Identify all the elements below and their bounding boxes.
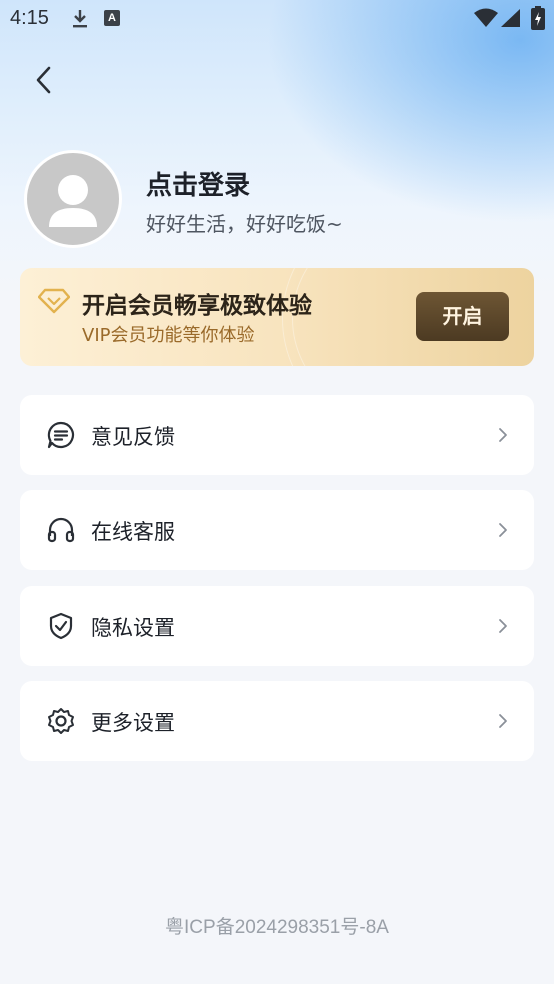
feedback-icon xyxy=(47,421,75,449)
menu-item-customer-service[interactable]: 在线客服 xyxy=(20,490,534,570)
status-time: 4:15 xyxy=(10,7,49,29)
shield-check-icon xyxy=(47,612,75,640)
chevron-left-icon xyxy=(36,66,51,94)
menu-label: 意见反馈 xyxy=(91,425,175,449)
vip-open-button[interactable]: 开启 xyxy=(416,292,509,341)
gear-icon xyxy=(47,707,75,735)
headset-icon xyxy=(47,516,75,544)
avatar[interactable] xyxy=(24,150,122,248)
download-icon xyxy=(70,8,90,34)
menu-item-more-settings[interactable]: 更多设置 xyxy=(20,681,534,761)
chevron-right-icon xyxy=(498,713,508,733)
back-button[interactable] xyxy=(28,60,68,100)
menu-label: 更多设置 xyxy=(91,711,175,735)
menu-item-feedback[interactable]: 意见反馈 xyxy=(20,395,534,475)
a-icon: A xyxy=(104,10,120,26)
menu-item-privacy-settings[interactable]: 隐私设置 xyxy=(20,586,534,666)
chevron-right-icon xyxy=(498,522,508,542)
login-title[interactable]: 点击登录 xyxy=(146,165,250,202)
vip-title: 开启会员畅享极致体验 xyxy=(82,293,312,319)
chevron-right-icon xyxy=(498,427,508,447)
menu-label: 在线客服 xyxy=(91,520,175,544)
vip-card[interactable]: 开启会员畅享极致体验 VIP会员功能等你体验 开启 xyxy=(20,268,534,366)
battery-icon xyxy=(531,6,545,34)
vip-subtitle: VIP会员功能等你体验 xyxy=(82,325,255,346)
user-avatar-icon xyxy=(49,175,97,227)
chevron-right-icon xyxy=(498,618,508,638)
icp-license-text[interactable]: 粤ICP备2024298351号-8A xyxy=(0,912,554,939)
signal-icon xyxy=(500,8,520,32)
header-background xyxy=(0,0,554,300)
menu-label: 隐私设置 xyxy=(91,616,175,640)
wifi-icon xyxy=(474,8,498,32)
status-bar: 4:15 A xyxy=(0,0,554,38)
diamond-icon xyxy=(37,288,71,318)
profile-subtitle: 好好生活，好好吃饭~ xyxy=(146,212,343,236)
